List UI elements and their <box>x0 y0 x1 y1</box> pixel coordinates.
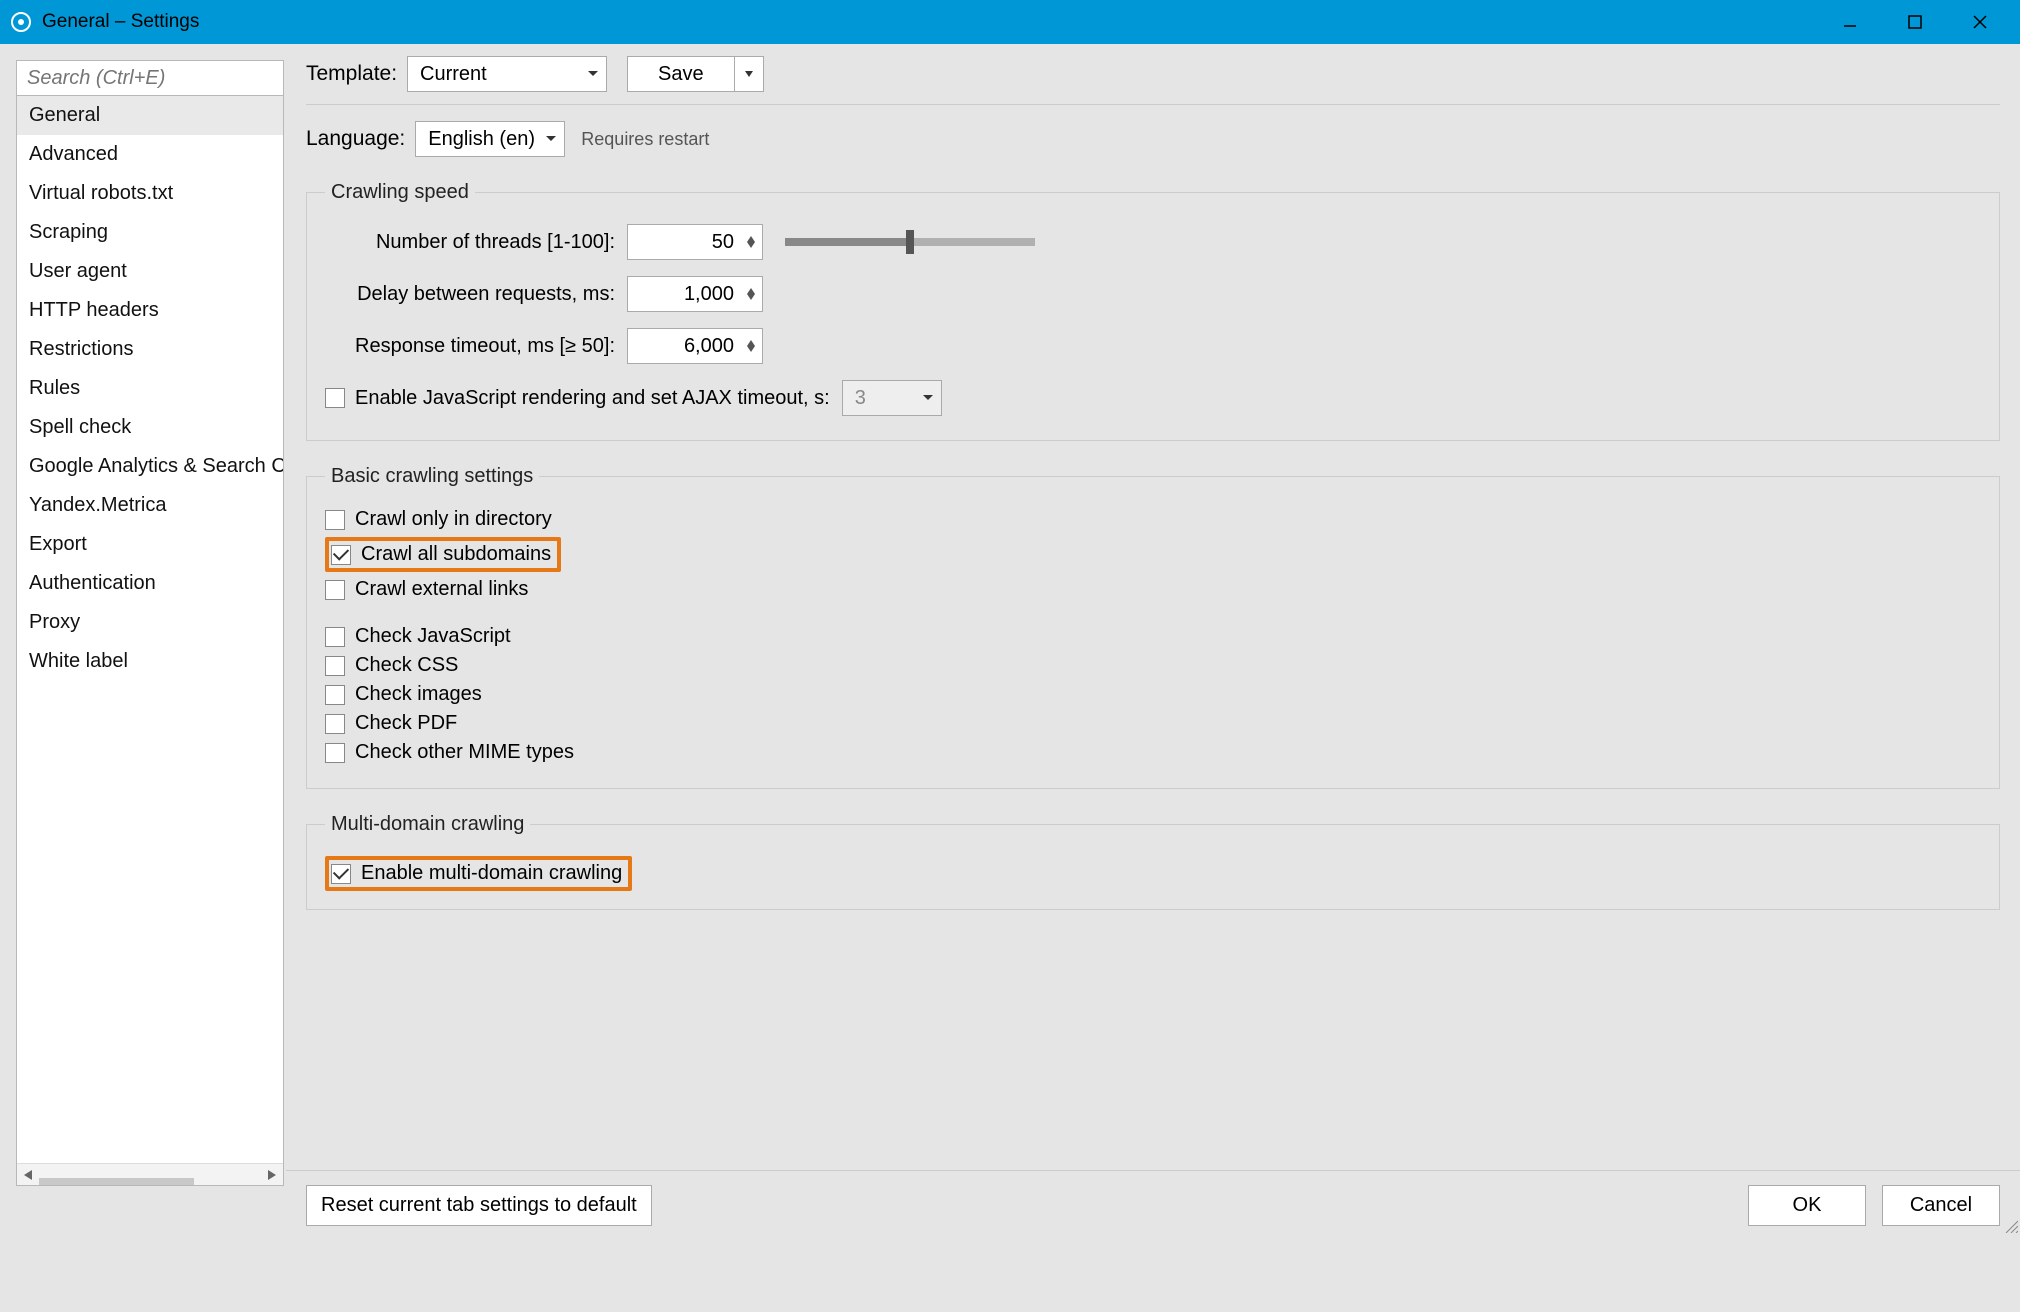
multi-domain-label: Enable multi-domain crawling <box>361 862 622 885</box>
multi-domain-group: Multi-domain crawling Enable multi-domai… <box>306 813 2000 910</box>
check-css-checkbox[interactable] <box>325 656 345 676</box>
sidebar-item-advanced[interactable]: Advanced <box>17 135 284 174</box>
sidebar-list: GeneralAdvancedVirtual robots.txtScrapin… <box>16 96 284 1186</box>
app-icon <box>10 11 32 33</box>
spin-down-icon[interactable] <box>740 346 762 352</box>
titlebar: General – Settings <box>0 0 2020 44</box>
crawl-only-in-directory-checkbox[interactable] <box>325 510 345 530</box>
resize-grip-icon[interactable] <box>2004 1219 2018 1238</box>
crawl-only-in-directory-label: Crawl only in directory <box>355 508 552 531</box>
sidebar-item-google-analytics-search-console[interactable]: Google Analytics & Search Console <box>17 447 284 486</box>
spin-down-icon[interactable] <box>740 294 762 300</box>
language-note: Requires restart <box>581 129 709 150</box>
sidebar-item-restrictions[interactable]: Restrictions <box>17 330 284 369</box>
sidebar-item-user-agent[interactable]: User agent <box>17 252 284 291</box>
crawl-external-links-label: Crawl external links <box>355 578 528 601</box>
crawl-external-links-checkbox[interactable] <box>325 580 345 600</box>
crawling-speed-legend: Crawling speed <box>325 181 475 204</box>
crawling-speed-group: Crawling speed Number of threads [1-100]… <box>306 181 2000 441</box>
reset-button[interactable]: Reset current tab settings to default <box>306 1185 652 1226</box>
scroll-left-icon[interactable] <box>17 1164 39 1186</box>
sidebar-item-export[interactable]: Export <box>17 525 284 564</box>
scroll-right-icon[interactable] <box>261 1164 283 1186</box>
js-render-checkbox[interactable] <box>325 388 345 408</box>
basic-crawling-legend: Basic crawling settings <box>325 465 539 488</box>
multi-domain-legend: Multi-domain crawling <box>325 813 530 836</box>
check-other-mime-types-checkbox[interactable] <box>325 743 345 763</box>
sidebar-item-spell-check[interactable]: Spell check <box>17 408 284 447</box>
sidebar-item-white-label[interactable]: White label <box>17 642 284 681</box>
sidebar-item-general[interactable]: General <box>17 96 284 135</box>
language-label: Language: <box>306 127 405 151</box>
threads-slider[interactable] <box>785 238 1035 246</box>
sidebar-item-proxy[interactable]: Proxy <box>17 603 284 642</box>
check-images-label: Check images <box>355 683 482 706</box>
crawl-all-subdomains-label: Crawl all subdomains <box>361 543 551 566</box>
save-dropdown-button[interactable] <box>734 56 764 92</box>
template-label: Template: <box>306 62 397 86</box>
window-title: General – Settings <box>42 11 1835 33</box>
timeout-label: Response timeout, ms [≥ 50]: <box>325 335 615 358</box>
sidebar-item-http-headers[interactable]: HTTP headers <box>17 291 284 330</box>
sidebar-item-rules[interactable]: Rules <box>17 369 284 408</box>
sidebar-item-scraping[interactable]: Scraping <box>17 213 284 252</box>
check-pdf-label: Check PDF <box>355 712 457 735</box>
sidebar-hscroll[interactable] <box>17 1163 283 1185</box>
multi-domain-checkbox[interactable] <box>331 864 351 884</box>
cancel-button[interactable]: Cancel <box>1882 1185 2000 1226</box>
search-input[interactable] <box>16 60 284 96</box>
scroll-thumb[interactable] <box>39 1178 194 1187</box>
close-icon[interactable] <box>1965 7 1995 37</box>
threads-input[interactable]: 50 <box>627 224 763 260</box>
basic-crawling-group: Basic crawling settings Crawl only in di… <box>306 465 2000 789</box>
check-javascript-checkbox[interactable] <box>325 627 345 647</box>
check-pdf-checkbox[interactable] <box>325 714 345 734</box>
delay-label: Delay between requests, ms: <box>325 283 615 306</box>
bottom-bar: Reset current tab settings to default OK… <box>286 1170 2020 1240</box>
ok-button[interactable]: OK <box>1748 1185 1866 1226</box>
check-other-mime-types-label: Check other MIME types <box>355 741 574 764</box>
maximize-icon[interactable] <box>1900 7 1930 37</box>
js-render-label: Enable JavaScript rendering and set AJAX… <box>355 387 830 410</box>
check-css-label: Check CSS <box>355 654 458 677</box>
js-timeout-select: 3 <box>842 380 942 416</box>
template-select[interactable]: Current <box>407 56 607 92</box>
timeout-input[interactable]: 6,000 <box>627 328 763 364</box>
threads-label: Number of threads [1-100]: <box>325 231 615 254</box>
delay-input[interactable]: 1,000 <box>627 276 763 312</box>
sidebar-item-virtual-robots-txt[interactable]: Virtual robots.txt <box>17 174 284 213</box>
spin-down-icon[interactable] <box>740 242 762 248</box>
sidebar-item-yandex-metrica[interactable]: Yandex.Metrica <box>17 486 284 525</box>
minimize-icon[interactable] <box>1835 7 1865 37</box>
language-select[interactable]: English (en) <box>415 121 565 157</box>
sidebar-item-authentication[interactable]: Authentication <box>17 564 284 603</box>
check-images-checkbox[interactable] <box>325 685 345 705</box>
save-button[interactable]: Save <box>627 56 734 92</box>
crawl-all-subdomains-checkbox[interactable] <box>331 545 351 565</box>
check-javascript-label: Check JavaScript <box>355 625 511 648</box>
